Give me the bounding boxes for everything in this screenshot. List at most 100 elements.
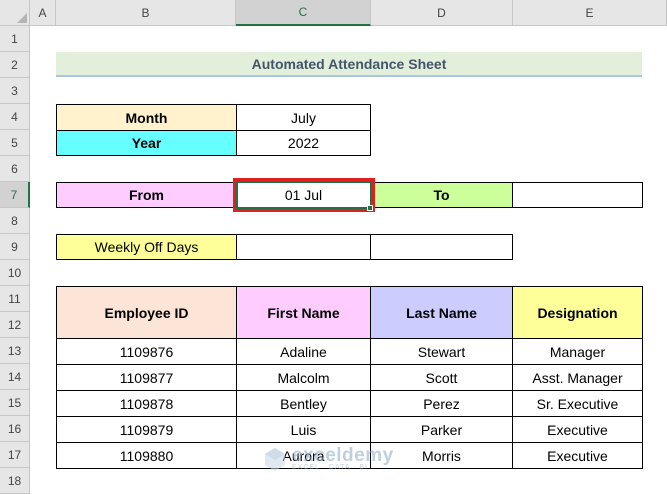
row-header-6[interactable]: 6: [0, 156, 30, 182]
sheet-title-text: Automated Attendance Sheet: [251, 55, 447, 72]
row-header-18[interactable]: 18: [0, 468, 30, 494]
sheet-title[interactable]: Automated Attendance Sheet: [56, 52, 642, 77]
row-label: 10: [7, 265, 22, 280]
row-label: 11: [8, 291, 21, 306]
column-header-d[interactable]: D: [371, 0, 513, 26]
table-cell-value: Manager: [549, 343, 606, 360]
row-label: 12: [7, 317, 22, 332]
row-header-7[interactable]: 7: [0, 182, 30, 208]
header-last-name[interactable]: Last Name: [370, 286, 513, 339]
table-cell-value: Bentley: [280, 395, 327, 412]
row-label: 1: [11, 31, 18, 46]
table-cell-value: Luis: [290, 421, 317, 438]
from-label: From: [129, 187, 164, 203]
fill-handle[interactable]: [367, 205, 373, 211]
row-header-8[interactable]: 8: [0, 208, 30, 234]
weekly-off-label: Weekly Off Days: [94, 239, 199, 255]
row-header-2[interactable]: 2: [0, 52, 30, 78]
header-label: Designation: [537, 304, 618, 321]
month-value-cell[interactable]: July: [236, 104, 371, 131]
row-header-3[interactable]: 3: [0, 78, 30, 104]
table-cell-value: 1109880: [119, 447, 174, 464]
table-cell[interactable]: 1109878: [56, 390, 237, 417]
year-label: Year: [131, 135, 162, 151]
column-header-b[interactable]: B: [56, 0, 236, 26]
from-label-cell[interactable]: From: [56, 182, 237, 208]
table-cell[interactable]: Executive: [512, 442, 643, 469]
table-cell[interactable]: Bentley: [236, 390, 371, 417]
table-cell[interactable]: Luis: [236, 416, 371, 443]
table-cell-value: Scott: [425, 369, 458, 386]
column-header-c[interactable]: C: [236, 0, 371, 26]
row-label: 15: [7, 395, 22, 410]
month-value: July: [291, 109, 316, 126]
to-label-cell[interactable]: To: [370, 182, 513, 208]
row-label: 3: [11, 83, 18, 98]
table-cell[interactable]: Sr. Executive: [512, 390, 643, 417]
table-cell-value: Executive: [547, 421, 608, 438]
table-cell[interactable]: 1109877: [56, 364, 237, 391]
row-label: 8: [11, 213, 18, 228]
exceldemy-logo-icon: [265, 448, 285, 471]
table-cell-value: 1109876: [119, 343, 174, 360]
table-cell[interactable]: Scott: [370, 364, 513, 391]
table-cell[interactable]: 1109880: [56, 442, 237, 469]
header-label: Last Name: [406, 304, 477, 321]
row-label: 13: [7, 343, 22, 358]
row-header-11[interactable]: 11: [0, 286, 30, 312]
row-header-14[interactable]: 14: [0, 364, 30, 390]
table-cell-value: Malcolm: [277, 369, 330, 386]
table-cell-value: Perez: [423, 395, 460, 412]
column-label: C: [298, 5, 308, 19]
row-label: 4: [11, 109, 18, 124]
row-header-13[interactable]: 13: [0, 338, 30, 364]
row-header-5[interactable]: 5: [0, 130, 30, 156]
column-label: A: [38, 5, 47, 20]
table-cell-value: Adaline: [280, 343, 327, 360]
row-header-16[interactable]: 16: [0, 416, 30, 442]
weekly-off-label-cell[interactable]: Weekly Off Days: [56, 234, 237, 260]
table-cell[interactable]: 1109876: [56, 338, 237, 365]
table-cell[interactable]: Adaline: [236, 338, 371, 365]
row-header-15[interactable]: 15: [0, 390, 30, 416]
row-header-9[interactable]: 9: [0, 234, 30, 260]
table-cell[interactable]: 1109879: [56, 416, 237, 443]
row-label: 17: [7, 447, 22, 462]
table-cell[interactable]: Executive: [512, 416, 643, 443]
row-header-4[interactable]: 4: [0, 104, 30, 130]
weekly-off-value-cell-1[interactable]: [236, 234, 371, 260]
row-header-1[interactable]: 1: [0, 26, 30, 52]
table-cell-value: Asst. Manager: [532, 369, 623, 386]
to-date-cell[interactable]: [512, 182, 643, 208]
row-label: 18: [7, 473, 22, 488]
header-label: Employee ID: [104, 304, 189, 321]
year-value-cell[interactable]: 2022: [236, 130, 371, 156]
weekly-off-value-cell-2[interactable]: [370, 234, 513, 260]
table-cell-value: Sr. Executive: [536, 395, 619, 412]
row-label: 14: [7, 369, 22, 384]
table-cell[interactable]: Parker: [370, 416, 513, 443]
table-cell-value: Morris: [422, 447, 461, 464]
table-cell[interactable]: Malcolm: [236, 364, 371, 391]
row-label: 7: [10, 187, 18, 202]
exceldemy-watermark: exceldemy EXCEL · DATA · BI: [262, 444, 394, 474]
header-employee-id[interactable]: Employee ID: [56, 286, 237, 339]
header-first-name[interactable]: First Name: [236, 286, 371, 339]
year-label-cell[interactable]: Year: [56, 130, 237, 156]
table-cell-value: 1109877: [119, 369, 174, 386]
header-designation[interactable]: Designation: [512, 286, 643, 339]
table-cell[interactable]: Manager: [512, 338, 643, 365]
select-all-corner[interactable]: [0, 0, 30, 26]
table-cell[interactable]: Asst. Manager: [512, 364, 643, 391]
row-header-10[interactable]: 10: [0, 260, 30, 286]
to-label: To: [433, 187, 450, 203]
row-header-12[interactable]: 12: [0, 312, 30, 338]
column-header-e[interactable]: E: [513, 0, 667, 26]
month-label-cell[interactable]: Month: [56, 104, 237, 131]
watermark-name: exceldemy: [292, 445, 394, 466]
row-header-17[interactable]: 17: [0, 442, 30, 468]
row-label: 2: [11, 57, 18, 72]
table-cell[interactable]: Perez: [370, 390, 513, 417]
column-header-a[interactable]: A: [30, 0, 56, 26]
table-cell[interactable]: Stewart: [370, 338, 513, 365]
